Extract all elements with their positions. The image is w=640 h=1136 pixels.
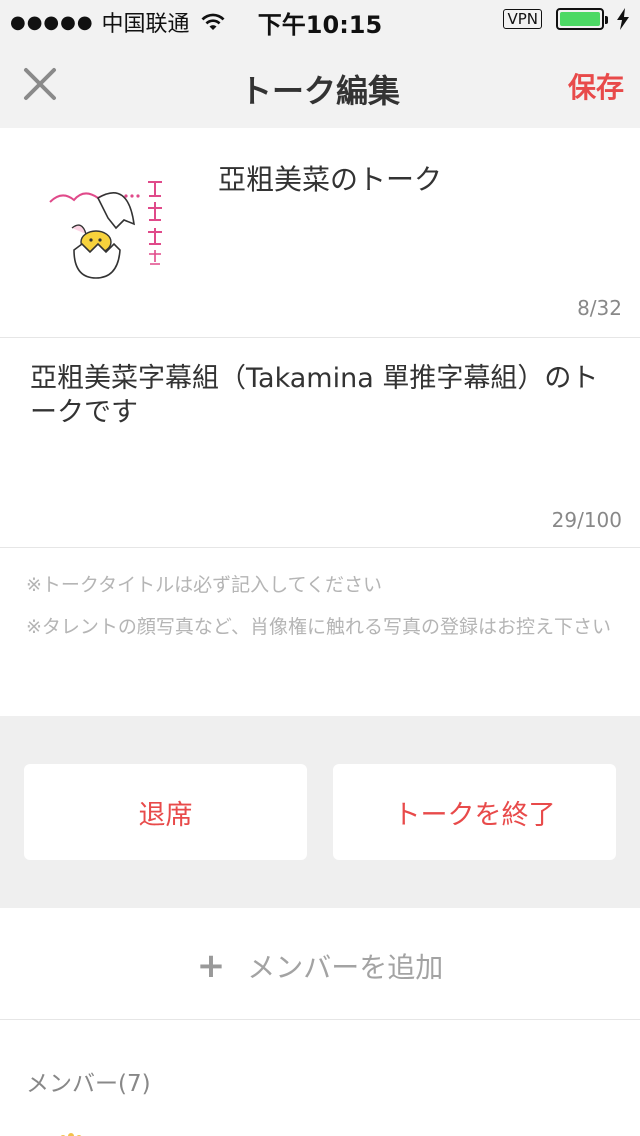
add-member-row: + メンバーを追加: [0, 946, 640, 986]
status-right: VPN: [503, 8, 630, 30]
talk-header-section: 亞粗美菜のトーク 8/32: [0, 128, 640, 338]
battery-level: [560, 12, 600, 26]
page-title: トーク編集: [239, 72, 400, 110]
members-count-label: メンバー(7): [26, 1071, 151, 1097]
battery-icon: [556, 8, 608, 30]
nav-bar: トーク編集 保存: [0, 40, 640, 128]
leave-button[interactable]: 退席: [24, 764, 307, 860]
add-member-label: メンバーを追加: [247, 951, 444, 984]
note-portrait-rights: ※タレントの顔写真など、肖像権に触れる写真の登録はお控え下さい: [26, 616, 611, 638]
talk-description-section: 亞粗美菜字幕組（Takamina 單推字幕組）のトークです 29/100: [0, 338, 640, 548]
members-section: メンバー(7): [0, 1020, 640, 1136]
add-member-button[interactable]: + メンバーを追加: [0, 908, 640, 1020]
talk-name-char-count: 8/32: [577, 296, 622, 320]
status-bar: ●●●●● 中国联通 下午10:15 VPN: [0, 0, 640, 40]
member-avatar[interactable]: [46, 1126, 96, 1136]
save-button[interactable]: 保存: [568, 66, 624, 106]
vpn-badge: VPN: [503, 9, 542, 29]
end-talk-button[interactable]: トークを終了: [333, 764, 616, 860]
battery-tip: [605, 16, 608, 24]
talk-name-field[interactable]: 亞粗美菜のトーク: [218, 158, 442, 198]
action-area: 退席 トークを終了: [0, 716, 640, 908]
notes-section: ※トークタイトルは必ず記入してください ※タレントの顔写真など、肖像権に触れる写…: [0, 548, 640, 716]
talk-description-field[interactable]: 亞粗美菜字幕組（Takamina 單推字幕組）のトークです: [30, 362, 610, 430]
charging-bolt-icon: [617, 8, 629, 30]
talk-thumbnail-image[interactable]: [28, 150, 188, 310]
plus-icon: +: [196, 946, 226, 986]
note-title-required: ※トークタイトルは必ず記入してください: [26, 574, 383, 596]
talk-description-char-count: 29/100: [551, 508, 622, 532]
